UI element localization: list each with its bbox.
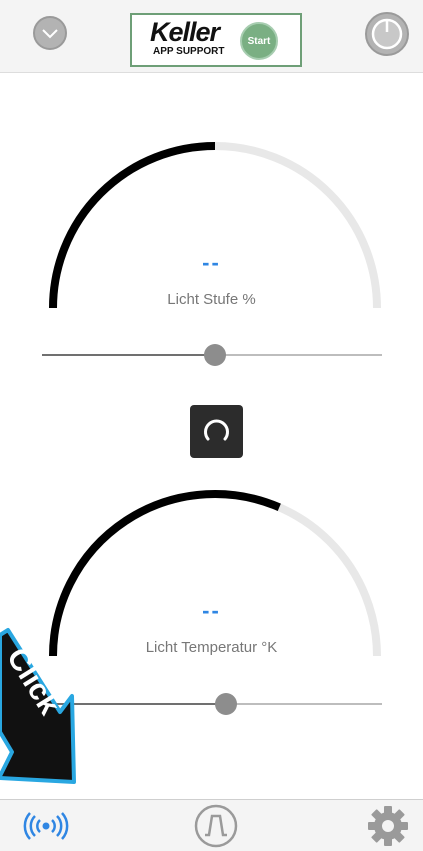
broadcast-icon (23, 811, 69, 840)
light-level-slider[interactable] (42, 343, 382, 367)
keller-logo: Keller APP SUPPORT Start (130, 13, 302, 67)
collapse-button[interactable] (33, 16, 67, 50)
nav-broadcast[interactable] (18, 800, 74, 851)
gauge-track (49, 142, 381, 309)
light-level-value: -- (202, 250, 221, 275)
click-arrow-overlay: Click (0, 628, 76, 784)
start-button[interactable]: Start (240, 22, 278, 60)
nav-settings[interactable] (362, 800, 414, 851)
light-level-label: Licht Stufe % (167, 291, 256, 308)
light-level-gauge: -- Licht Stufe % (0, 130, 423, 330)
nav-curve[interactable] (190, 800, 242, 851)
refresh-icon (204, 419, 229, 441)
logo-subtitle: APP SUPPORT (153, 46, 225, 57)
logo-title: Keller (150, 17, 220, 47)
slider-fill (42, 354, 216, 356)
top-bar: Keller APP SUPPORT Start (0, 0, 423, 73)
reset-button[interactable] (190, 405, 243, 458)
power-button[interactable] (365, 12, 409, 56)
gear-icon (368, 805, 408, 846)
chevron-down-icon (42, 29, 58, 39)
power-icon (371, 18, 403, 50)
bottom-nav (0, 799, 423, 851)
slider-thumb[interactable] (214, 693, 237, 715)
slider-thumb[interactable] (204, 344, 227, 366)
curve-icon (194, 804, 238, 847)
gauge-fill (49, 142, 216, 309)
